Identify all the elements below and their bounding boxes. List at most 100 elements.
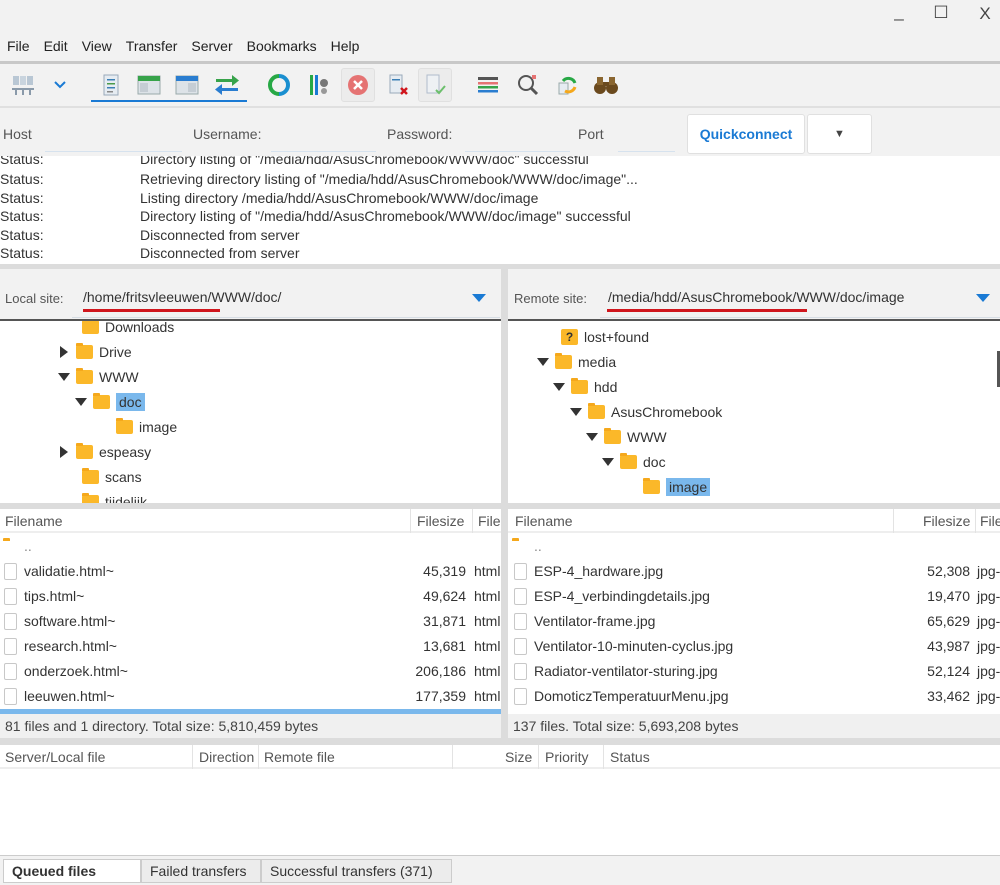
column-separator[interactable] xyxy=(603,745,604,769)
tree-item[interactable]: AsusChromebook xyxy=(568,400,722,424)
search-files-button[interactable] xyxy=(591,70,621,100)
tree-item-selected[interactable]: doc xyxy=(73,390,145,414)
queue-column-local-file[interactable]: Server/Local file xyxy=(5,749,105,765)
toggle-message-log-button[interactable] xyxy=(96,70,126,100)
host-input[interactable] xyxy=(45,120,182,152)
file-row[interactable]: ESP-4_verbindingdetails.jpg 19,470 jpg- xyxy=(508,584,1000,609)
expand-icon[interactable] xyxy=(56,344,72,360)
tab-successful-transfers[interactable]: Successful transfers (371) xyxy=(261,859,452,883)
tree-item[interactable]: tijdelijk xyxy=(62,490,147,503)
collapse-icon[interactable] xyxy=(73,394,89,410)
queue-list[interactable] xyxy=(0,769,1000,855)
queue-column-status[interactable]: Status xyxy=(610,749,650,765)
process-queue-button[interactable] xyxy=(304,70,334,100)
local-file-list[interactable]: Filename Filesize File .. validatie.html… xyxy=(0,509,501,714)
tree-item[interactable]: scans xyxy=(62,465,142,489)
column-filename[interactable]: Filename xyxy=(515,513,573,529)
close-icon[interactable]: X xyxy=(974,4,996,24)
file-row[interactable]: onderzoek.html~ 206,186 html xyxy=(0,659,501,684)
local-site-path[interactable]: /home/fritsvleeuwen/WWW/doc/ xyxy=(83,289,281,305)
cancel-operation-button[interactable] xyxy=(341,68,375,102)
collapse-icon[interactable] xyxy=(551,379,567,395)
password-input[interactable] xyxy=(465,120,570,152)
file-row[interactable]: software.html~ 31,871 html xyxy=(0,609,501,634)
queue-column-size[interactable]: Size xyxy=(505,749,532,765)
compare-directories-button[interactable] xyxy=(513,70,543,100)
remote-tree[interactable]: ? lost+found media hdd AsusChromebook WWW… xyxy=(508,321,1000,503)
site-manager-dropdown[interactable] xyxy=(45,70,75,100)
tree-item[interactable]: media xyxy=(535,350,616,374)
file-row[interactable]: DomoticzTemperatuurMenu.jpg 33,462 jpg- xyxy=(508,684,1000,709)
column-separator[interactable] xyxy=(410,509,411,533)
tree-item[interactable]: ? lost+found xyxy=(541,325,649,349)
tab-queued-files[interactable]: Queued files xyxy=(3,859,141,883)
quickconnect-dropdown-button[interactable]: ▼ xyxy=(807,114,872,154)
remote-file-list[interactable]: Filename Filesize File .. ESP-4_hardware… xyxy=(508,509,1000,714)
queue-column-priority[interactable]: Priority xyxy=(545,749,589,765)
file-row[interactable]: leeuwen.html~ 177,359 html xyxy=(0,684,501,709)
tree-item[interactable]: image xyxy=(96,415,177,439)
disconnect-button[interactable] xyxy=(383,70,413,100)
file-row[interactable]: Radiator-ventilator-sturing.jpg 52,124 jpg… xyxy=(508,659,1000,684)
site-manager-button[interactable] xyxy=(8,70,38,100)
collapse-icon[interactable] xyxy=(56,369,72,385)
menu-bookmarks[interactable]: Bookmarks xyxy=(240,34,324,58)
toggle-local-tree-button[interactable] xyxy=(134,70,164,100)
parent-directory-row[interactable]: .. xyxy=(0,534,501,559)
tree-item[interactable]: doc xyxy=(600,450,666,474)
port-input[interactable] xyxy=(618,120,675,152)
local-tree[interactable]: Downloads Drive WWW doc image espeasy sc… xyxy=(0,321,501,503)
column-separator[interactable] xyxy=(975,509,976,533)
tree-item[interactable]: WWW xyxy=(56,365,139,389)
column-filename[interactable]: Filename xyxy=(5,513,63,529)
remote-path-dropdown-icon[interactable] xyxy=(976,294,990,302)
splitter-queue[interactable] xyxy=(0,738,1000,745)
collapse-icon[interactable] xyxy=(568,404,584,420)
tab-failed-transfers[interactable]: Failed transfers xyxy=(141,859,261,883)
column-filesize[interactable]: Filesize xyxy=(417,513,464,529)
toggle-remote-tree-button[interactable] xyxy=(172,70,202,100)
column-separator[interactable] xyxy=(258,745,259,769)
file-row[interactable]: validatie.html~ 45,319 html xyxy=(0,559,501,584)
maximize-icon[interactable]: ☐ xyxy=(930,3,952,23)
tree-item-selected[interactable]: image xyxy=(623,475,711,499)
tree-item[interactable]: Downloads xyxy=(62,321,174,339)
column-separator[interactable] xyxy=(192,745,193,769)
collapse-icon[interactable] xyxy=(584,429,600,445)
local-path-dropdown-icon[interactable] xyxy=(472,294,486,302)
parent-directory-row[interactable]: .. xyxy=(508,534,1000,559)
menu-file[interactable]: File xyxy=(0,34,37,58)
quickconnect-button[interactable]: Quickconnect xyxy=(687,114,805,154)
expand-icon[interactable] xyxy=(56,444,72,460)
tree-item[interactable]: Drive xyxy=(56,340,132,364)
queue-column-remote-file[interactable]: Remote file xyxy=(264,749,335,765)
toggle-transfer-queue-button[interactable] xyxy=(212,70,242,100)
refresh-button[interactable] xyxy=(264,70,294,100)
file-row[interactable]: Ventilator-10-minuten-cyclus.jpg 43,987 jp… xyxy=(508,634,1000,659)
username-input[interactable] xyxy=(271,120,376,152)
tree-item[interactable]: hdd xyxy=(551,375,617,399)
menu-server[interactable]: Server xyxy=(184,34,239,58)
column-separator[interactable] xyxy=(538,745,539,769)
minimize-icon[interactable]: _ xyxy=(888,2,910,22)
column-filesize[interactable]: Filesize xyxy=(923,513,970,529)
file-row[interactable]: Ventilator-frame.jpg 65,629 jpg- xyxy=(508,609,1000,634)
message-log[interactable]: Status: Directory listing of "/media/hdd/… xyxy=(0,156,1000,264)
queue-column-direction[interactable]: Direction xyxy=(199,749,254,765)
remote-site-path[interactable]: /media/hdd/AsusChromebook/WWW/doc/image xyxy=(608,289,904,305)
menu-transfer[interactable]: Transfer xyxy=(119,34,185,58)
collapse-icon[interactable] xyxy=(600,454,616,470)
column-separator[interactable] xyxy=(452,745,453,769)
column-separator[interactable] xyxy=(472,509,473,533)
column-filetype[interactable]: File xyxy=(478,513,501,529)
tree-item[interactable]: espeasy xyxy=(56,440,151,464)
menu-view[interactable]: View xyxy=(75,34,119,58)
menu-help[interactable]: Help xyxy=(324,34,367,58)
reconnect-button[interactable] xyxy=(418,68,452,102)
column-filetype[interactable]: File xyxy=(980,513,1000,529)
directory-filters-button[interactable] xyxy=(473,70,503,100)
column-separator[interactable] xyxy=(893,509,894,533)
menu-edit[interactable]: Edit xyxy=(37,34,75,58)
file-row[interactable]: tips.html~ 49,624 html xyxy=(0,584,501,609)
collapse-icon[interactable] xyxy=(535,354,551,370)
